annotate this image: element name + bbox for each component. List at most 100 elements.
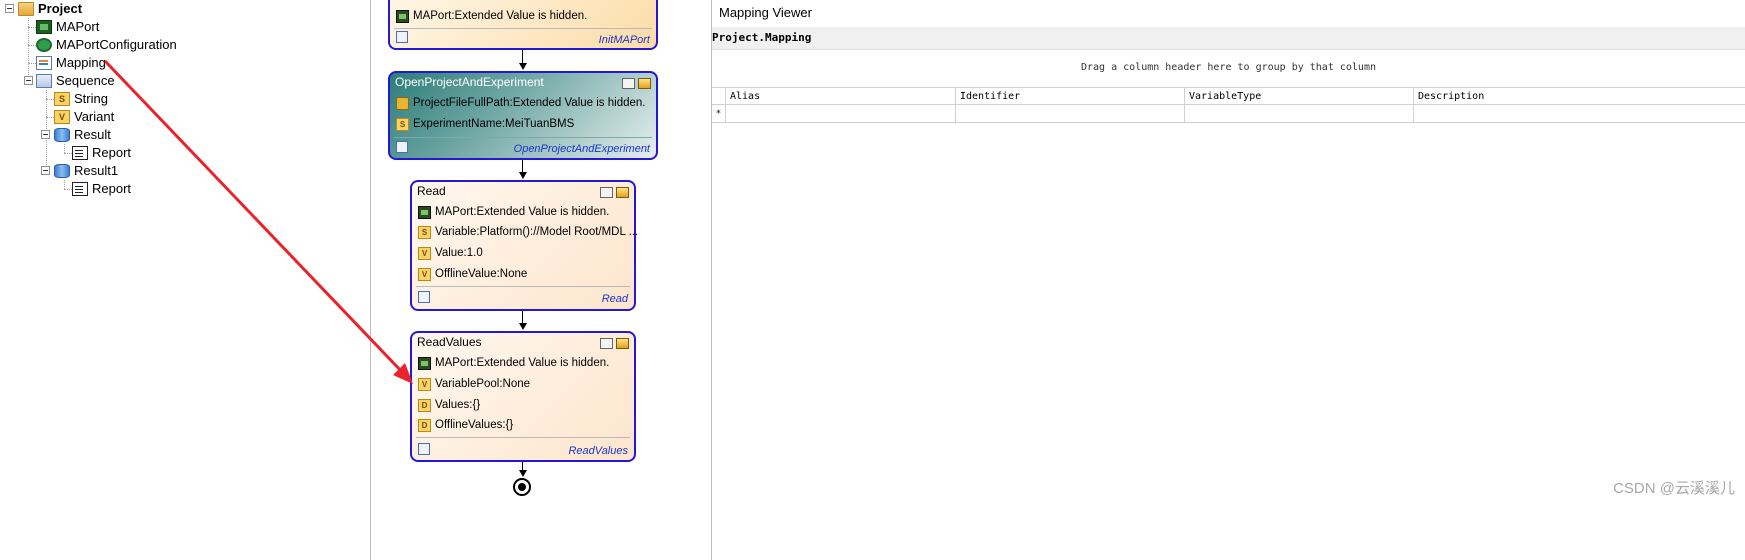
flow-arrowhead — [519, 323, 527, 330]
configuration-gear-icon — [36, 38, 52, 52]
collapse-button[interactable] — [600, 338, 613, 349]
tree-line — [64, 189, 72, 190]
tree-line — [46, 99, 54, 100]
tree-item-maport[interactable]: MAPort — [36, 18, 99, 36]
group-by-drop-area[interactable]: Drag a column header here to group by th… — [712, 62, 1745, 73]
property-text: ProjectFileFullPath:Extended Value is hi… — [413, 97, 646, 109]
activity-footer-link[interactable]: Read — [602, 293, 628, 305]
mapping-table-icon — [36, 56, 52, 70]
property-text: ExperimentName:MeiTuanBMS — [413, 118, 575, 130]
property-text: Variable:Platform()://Model Root/MDL ... — [435, 226, 639, 238]
collapse-button[interactable] — [622, 78, 635, 89]
activity-initmaport[interactable]: MAPort:Extended Value is hidden. InitMAP… — [388, 0, 658, 50]
maport-board-icon — [396, 9, 409, 23]
activity-openprojectandexperiment[interactable]: OpenProjectAndExperiment ProjectFileFull… — [388, 71, 658, 160]
tree-item-string[interactable]: S String — [54, 90, 108, 108]
tree-item-report1[interactable]: Report — [72, 180, 131, 198]
flow-arrowhead — [519, 63, 527, 70]
column-header-identifier[interactable]: Identifier — [956, 88, 1185, 106]
result1-collapse-toggle[interactable] — [41, 166, 50, 175]
watermark-text: CSDN @云溪溪儿 — [1613, 480, 1735, 497]
flow-arrowhead — [519, 172, 527, 179]
activity-footer-link[interactable]: InitMAPort — [599, 34, 650, 46]
activity-read[interactable]: Read MAPort:Extended Value is hidden. S … — [410, 180, 638, 311]
activity-property: S Variable:Platform()://Model Root/MDL .… — [418, 223, 638, 241]
property-text: MAPort:Extended Value is hidden. — [435, 357, 610, 369]
collapse-button[interactable] — [600, 187, 613, 198]
activity-title: Read — [417, 184, 446, 198]
project-tree: Project MAPort MAPortConfiguration Mappi… — [0, 0, 400, 560]
dictionary-parameter-icon: D — [418, 398, 431, 412]
activity-property: V VariablePool:None — [418, 375, 530, 393]
tree-item-label: Variant — [74, 109, 115, 124]
activity-separator — [394, 28, 652, 29]
tree-item-mapping[interactable]: Mapping — [36, 54, 106, 72]
activity-property: D Values:{} — [418, 396, 480, 414]
viewer-path: Project.Mapping — [712, 31, 812, 44]
tree-item-label: Sequence — [56, 73, 115, 88]
activity-property: MAPort:Extended Value is hidden. — [396, 7, 587, 25]
activity-title: ReadValues — [417, 335, 482, 349]
activity-footer-icon[interactable] — [396, 31, 408, 43]
tree-line — [28, 63, 36, 64]
properties-button[interactable] — [638, 78, 651, 89]
result-collapse-toggle[interactable] — [41, 130, 50, 139]
tree-item-result[interactable]: Result — [54, 126, 111, 144]
table-cell[interactable] — [726, 105, 956, 123]
tree-item-label: Report — [92, 145, 132, 160]
result-database-icon — [54, 128, 70, 142]
project-collapse-toggle[interactable] — [5, 4, 14, 13]
table-cell[interactable] — [1185, 105, 1414, 123]
activity-readvalues[interactable]: ReadValues MAPort:Extended Value is hidd… — [410, 331, 636, 462]
tree-line — [28, 45, 36, 46]
property-text: MAPort:Extended Value is hidden. — [435, 206, 610, 218]
property-text: Value:1.0 — [435, 247, 483, 259]
tree-item-label: Project — [38, 1, 83, 16]
property-text: VariablePool:None — [435, 378, 531, 390]
tree-item-label: MAPortConfiguration — [56, 37, 177, 52]
report-document-icon — [72, 182, 88, 196]
activity-footer-link[interactable]: OpenProjectAndExperiment — [514, 143, 650, 155]
string-parameter-icon: S — [418, 225, 431, 239]
tree-item-report[interactable]: Report — [72, 144, 131, 162]
report-document-icon — [72, 146, 88, 160]
activity-footer-icon[interactable] — [396, 141, 408, 153]
activity-footer-link[interactable]: ReadValues — [568, 445, 628, 457]
column-header-description[interactable]: Description — [1414, 88, 1745, 106]
sequence-collapse-toggle[interactable] — [24, 76, 33, 85]
tree-item-maportconfiguration[interactable]: MAPortConfiguration — [36, 36, 177, 54]
workflow-end-node[interactable] — [513, 478, 531, 496]
viewer-title: Mapping Viewer — [719, 5, 812, 20]
tree-item-result1[interactable]: Result1 — [54, 162, 118, 180]
activity-footer-icon[interactable] — [418, 443, 430, 455]
activity-separator — [416, 437, 630, 438]
tree-item-label: Mapping — [56, 55, 106, 70]
properties-button[interactable] — [616, 338, 629, 349]
row-header-corner — [712, 88, 726, 106]
table-cell[interactable] — [1414, 105, 1745, 123]
project-folder-icon — [18, 2, 34, 16]
activity-property: ProjectFileFullPath:Extended Value is hi… — [396, 94, 645, 112]
result-database-icon — [54, 164, 70, 178]
flow-arrowhead — [519, 470, 527, 477]
activity-footer-icon[interactable] — [418, 291, 430, 303]
table-cell[interactable] — [956, 105, 1185, 123]
tree-line — [28, 27, 36, 28]
properties-button[interactable] — [616, 187, 629, 198]
variant-parameter-icon: V — [418, 267, 431, 281]
tree-line — [64, 144, 65, 153]
sequence-icon — [36, 74, 52, 88]
flow-connector — [522, 50, 523, 64]
tree-line — [64, 153, 72, 154]
tree-item-project[interactable]: Project — [18, 0, 82, 18]
tree-item-variant[interactable]: V Variant — [54, 108, 114, 126]
activity-property: S ExperimentName:MeiTuanBMS — [396, 115, 574, 133]
mapping-viewer-panel: Mapping Viewer Project.Mapping Drag a co… — [712, 0, 1745, 560]
column-header-alias[interactable]: Alias — [726, 88, 956, 106]
tree-item-label: Report — [92, 181, 132, 196]
activity-property: MAPort:Extended Value is hidden. — [418, 354, 609, 372]
activity-separator — [416, 286, 630, 287]
grid-new-row[interactable]: * — [712, 105, 1745, 123]
column-header-variabletype[interactable]: VariableType — [1185, 88, 1414, 106]
tree-item-sequence[interactable]: Sequence — [36, 72, 115, 90]
